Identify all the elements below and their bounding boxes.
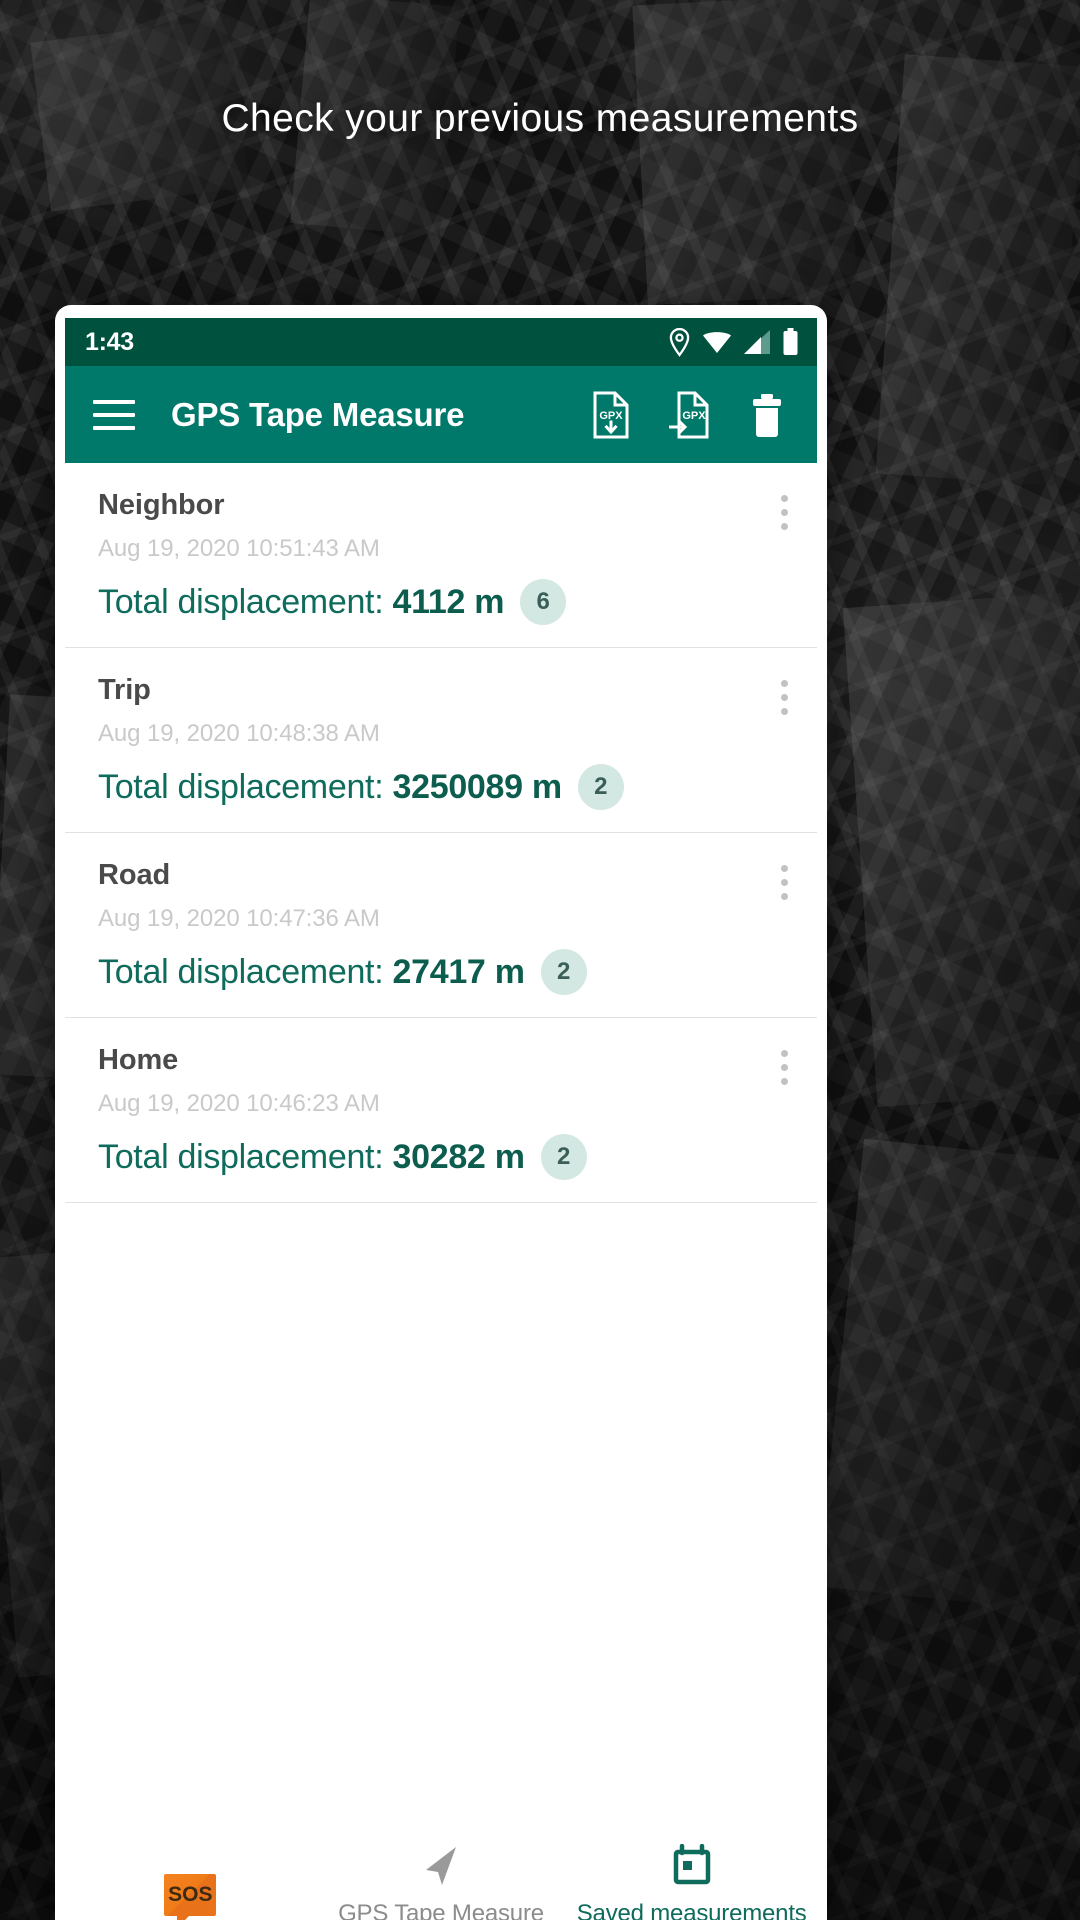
measurement-list-item[interactable]: Home Aug 19, 2020 10:46:23 AM Total disp…: [65, 1018, 817, 1203]
measurement-point-count-badge: 2: [541, 1134, 587, 1180]
measurement-list-item[interactable]: Road Aug 19, 2020 10:47:36 AM Total disp…: [65, 833, 817, 1018]
trash-icon: [749, 392, 785, 438]
nav-label-saved-measurements: Saved measurements: [577, 1900, 807, 1920]
measurement-list-item[interactable]: Trip Aug 19, 2020 10:48:38 AM Total disp…: [65, 648, 817, 833]
measurements-list: Neighbor Aug 19, 2020 10:51:43 AM Total …: [65, 463, 817, 1810]
displacement-value: 3250089 m: [393, 768, 562, 806]
measurement-displacement: Total displacement: 30282 m: [98, 1138, 525, 1177]
displacement-label: Total displacement:: [98, 1138, 383, 1176]
phone-screen: 1:43 GPS Tape Measure: [65, 318, 817, 1920]
app-bar-title: GPS Tape Measure: [171, 396, 464, 434]
location-pin-icon: [668, 328, 691, 357]
delete-all-button[interactable]: [745, 393, 789, 437]
hamburger-menu-icon[interactable]: [93, 400, 135, 430]
gpx-import-icon: GPX: [669, 391, 709, 439]
displacement-label: Total displacement:: [98, 768, 383, 806]
navigation-arrow-icon: [420, 1840, 462, 1894]
sos-bubble-icon: SOS: [164, 1868, 216, 1920]
overflow-menu-icon[interactable]: [777, 1046, 787, 1089]
measurement-displacement: Total displacement: 27417 m: [98, 953, 525, 992]
phone-mockup: 1:43 GPS Tape Measure: [55, 305, 827, 1920]
sos-button[interactable]: SOS: [65, 1810, 316, 1920]
displacement-label: Total displacement:: [98, 583, 383, 621]
status-clock: 1:43: [85, 328, 134, 357]
overflow-menu-icon[interactable]: [777, 491, 787, 534]
measurement-point-count-badge: 2: [578, 764, 624, 810]
measurement-value-row: Total displacement: 30282 m 2: [98, 1134, 791, 1180]
displacement-value: 4112 m: [393, 583, 505, 621]
sos-label: SOS: [168, 1883, 212, 1907]
measurement-point-count-badge: 6: [520, 579, 566, 625]
measurement-name: Neighbor: [98, 489, 791, 522]
bottom-navigation-bar: SOS GPS Tape Measure Saved m: [65, 1810, 817, 1920]
measurement-value-row: Total displacement: 3250089 m 2: [98, 764, 791, 810]
measurement-list-item[interactable]: Neighbor Aug 19, 2020 10:51:43 AM Total …: [65, 463, 817, 648]
overflow-menu-icon[interactable]: [777, 861, 787, 904]
wifi-icon: [702, 329, 732, 355]
gpx-export-icon: GPX: [591, 391, 631, 439]
measurement-date: Aug 19, 2020 10:46:23 AM: [98, 1090, 791, 1118]
measurement-value-row: Total displacement: 4112 m 6: [98, 579, 791, 625]
svg-text:GPX: GPX: [682, 410, 706, 422]
status-icon-tray: [668, 328, 799, 357]
measurement-point-count-badge: 2: [541, 949, 587, 995]
app-bar-actions: GPX GPX: [589, 393, 801, 437]
nav-saved-measurements[interactable]: Saved measurements: [566, 1810, 817, 1920]
measurement-name: Home: [98, 1044, 791, 1077]
displacement-value: 30282 m: [393, 1138, 525, 1176]
measurement-date: Aug 19, 2020 10:51:43 AM: [98, 535, 791, 563]
measurement-date: Aug 19, 2020 10:48:38 AM: [98, 720, 791, 748]
svg-text:GPX: GPX: [599, 410, 623, 422]
displacement-value: 27417 m: [393, 953, 525, 991]
status-bar: 1:43: [65, 318, 817, 366]
nav-label-gps-tape-measure: GPS Tape Measure: [338, 1900, 544, 1920]
app-bar: GPS Tape Measure GPX GPX: [65, 366, 817, 463]
page-headline: Check your previous measurements: [0, 97, 1080, 141]
nav-gps-tape-measure[interactable]: GPS Tape Measure: [316, 1810, 567, 1920]
overflow-menu-icon[interactable]: [777, 676, 787, 719]
cellular-signal-icon: [743, 329, 771, 355]
calendar-saved-icon: [670, 1840, 714, 1894]
measurement-name: Road: [98, 859, 791, 892]
measurement-displacement: Total displacement: 4112 m: [98, 583, 504, 622]
measurement-value-row: Total displacement: 27417 m 2: [98, 949, 791, 995]
measurement-date: Aug 19, 2020 10:47:36 AM: [98, 905, 791, 933]
export-gpx-button[interactable]: GPX: [589, 393, 633, 437]
battery-icon: [782, 328, 799, 356]
import-gpx-button[interactable]: GPX: [667, 393, 711, 437]
displacement-label: Total displacement:: [98, 953, 383, 991]
measurement-name: Trip: [98, 674, 791, 707]
measurement-displacement: Total displacement: 3250089 m: [98, 768, 562, 807]
